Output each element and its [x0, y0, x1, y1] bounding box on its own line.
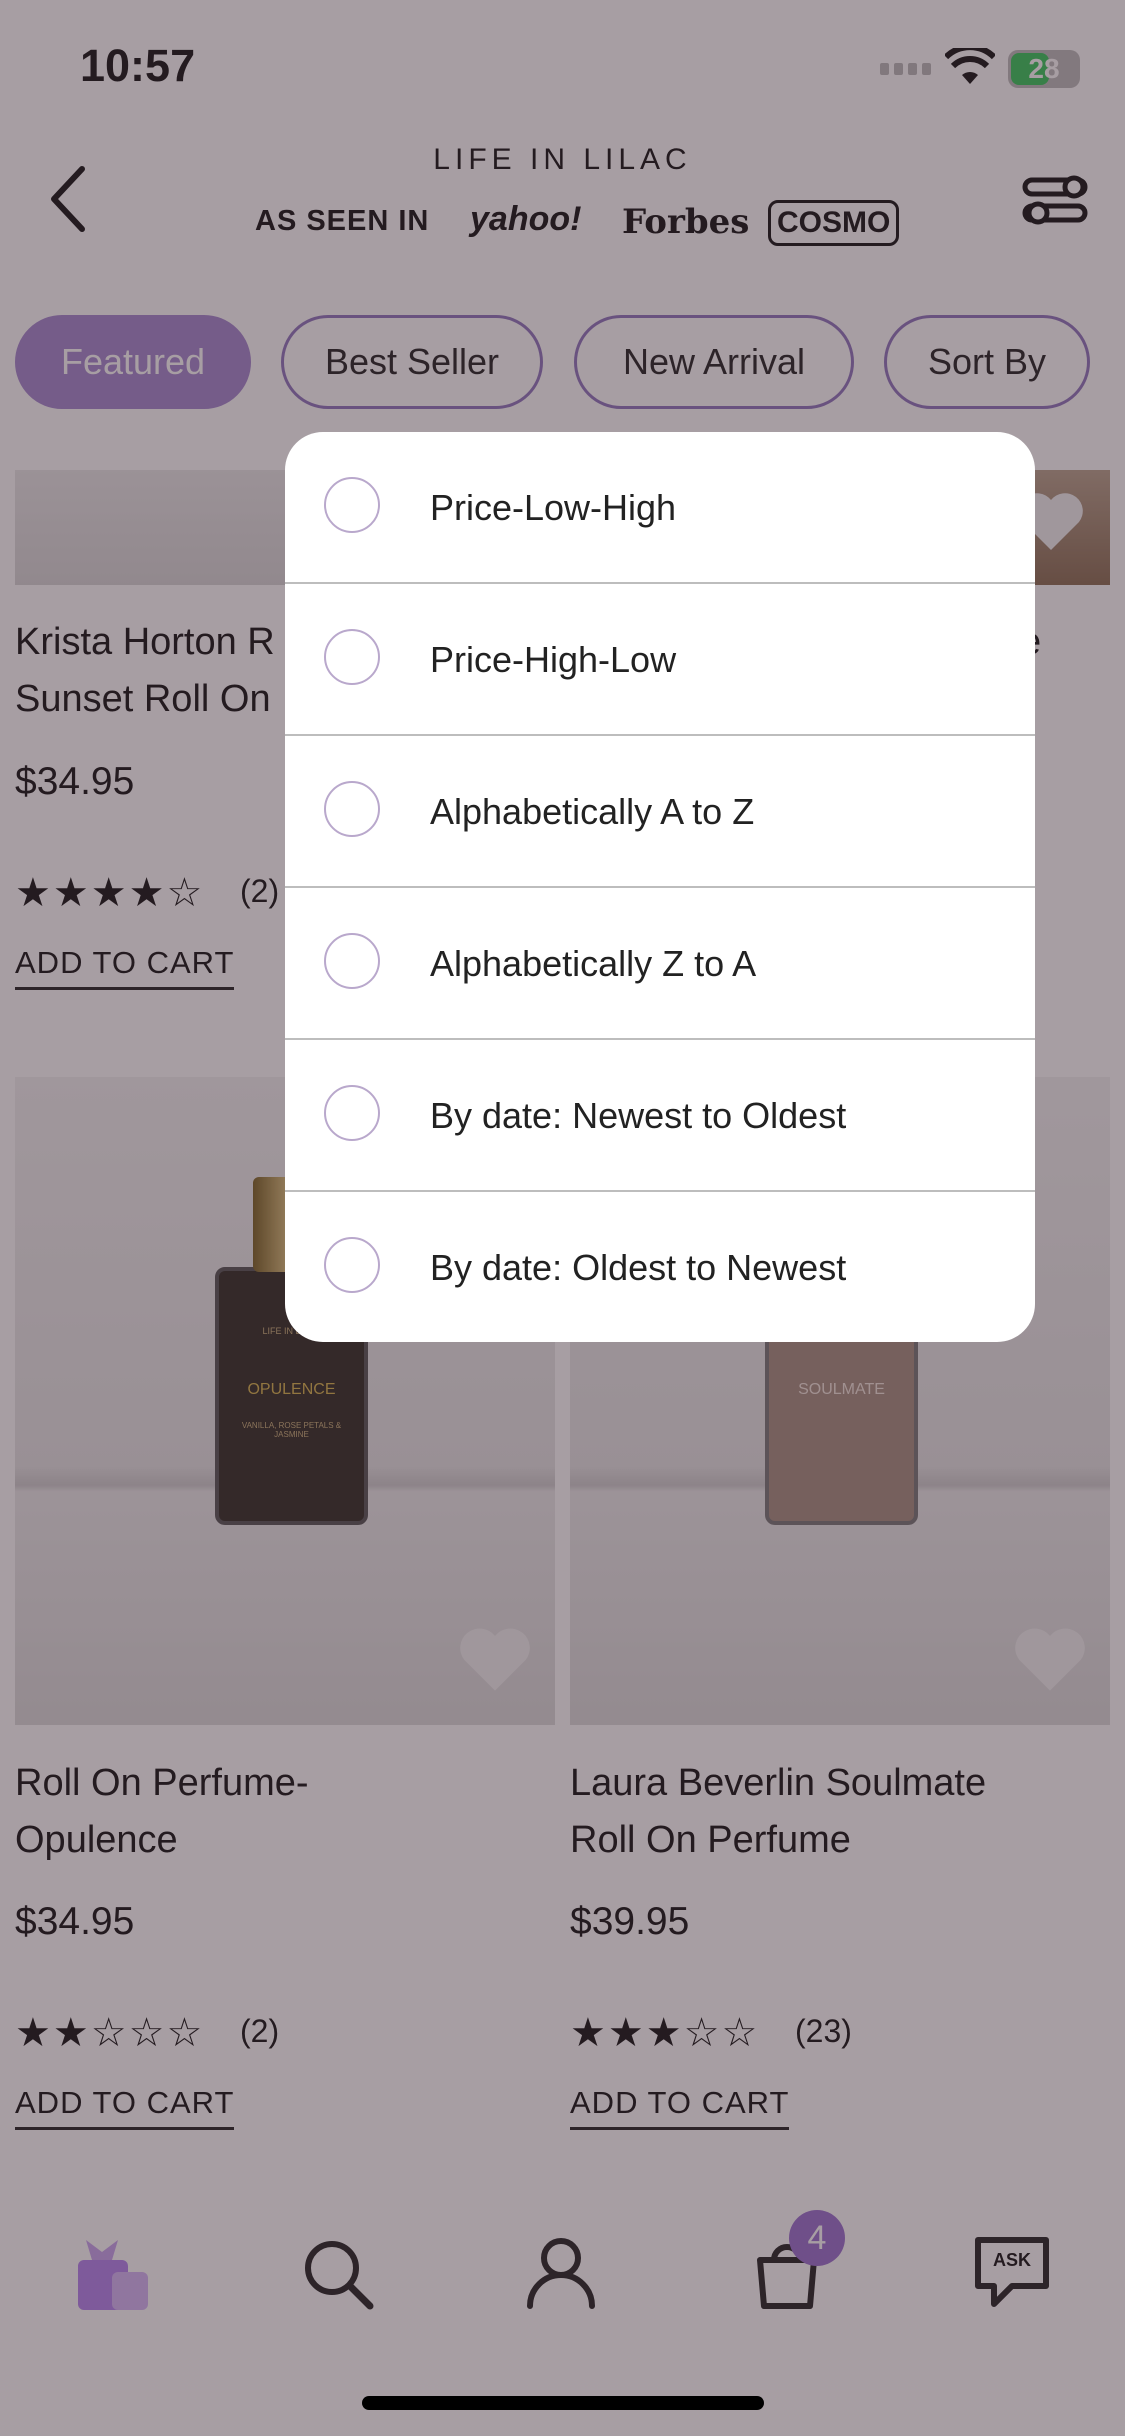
sort-option-oldest-to-newest[interactable]: By date: Oldest to Newest — [285, 1192, 1035, 1342]
sort-option-newest-to-oldest[interactable]: By date: Newest to Oldest — [285, 1040, 1035, 1192]
sort-option-label: Price-Low-High — [430, 487, 677, 528]
radio-button[interactable] — [324, 781, 380, 837]
radio-button[interactable] — [324, 1085, 380, 1141]
sort-option-z-to-a[interactable]: Alphabetically Z to A — [285, 888, 1035, 1040]
sort-option-price-low-high[interactable]: Price-Low-High — [285, 432, 1035, 584]
sort-menu: Price-Low-High Price-High-Low Alphabetic… — [285, 432, 1035, 1342]
home-indicator[interactable] — [362, 2396, 764, 2410]
sort-option-label: By date: Newest to Oldest — [430, 1095, 847, 1136]
radio-button[interactable] — [324, 477, 380, 533]
sort-option-label: Alphabetically Z to A — [430, 943, 757, 984]
radio-button[interactable] — [324, 1237, 380, 1293]
radio-button[interactable] — [324, 933, 380, 989]
sort-option-label: Price-High-Low — [430, 639, 677, 680]
radio-button[interactable] — [324, 629, 380, 685]
sort-option-price-high-low[interactable]: Price-High-Low — [285, 584, 1035, 736]
sort-option-label: Alphabetically A to Z — [430, 791, 755, 832]
sort-option-label: By date: Oldest to Newest — [430, 1247, 847, 1288]
sort-option-a-to-z[interactable]: Alphabetically A to Z — [285, 736, 1035, 888]
